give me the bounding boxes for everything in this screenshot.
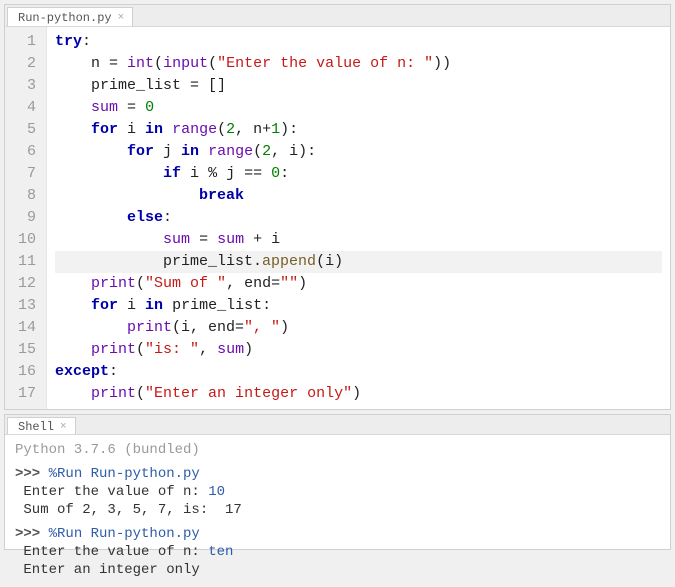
code-line[interactable]: sum = 0 bbox=[55, 97, 662, 119]
line-number: 9 bbox=[11, 207, 36, 229]
line-number: 13 bbox=[11, 295, 36, 317]
line-number: 10 bbox=[11, 229, 36, 251]
code-line[interactable]: n = int(input("Enter the value of n: ")) bbox=[55, 53, 662, 75]
code-line[interactable]: sum = sum + i bbox=[55, 229, 662, 251]
shell-line: Sum of 2, 3, 5, 7, is: 17 bbox=[15, 501, 660, 519]
editor-panel: Run-python.py × 123456789101112131415161… bbox=[4, 4, 671, 410]
code-line[interactable]: break bbox=[55, 185, 662, 207]
editor-tab[interactable]: Run-python.py × bbox=[7, 7, 133, 26]
code-line[interactable]: for i in range(2, n+1): bbox=[55, 119, 662, 141]
line-number-gutter: 1234567891011121314151617 bbox=[5, 27, 47, 409]
line-number: 5 bbox=[11, 119, 36, 141]
code-line[interactable]: for j in range(2, i): bbox=[55, 141, 662, 163]
line-number: 16 bbox=[11, 361, 36, 383]
code-line[interactable]: for i in prime_list: bbox=[55, 295, 662, 317]
line-number: 3 bbox=[11, 75, 36, 97]
shell-line: Enter an integer only bbox=[15, 561, 660, 579]
close-icon[interactable]: × bbox=[118, 13, 125, 24]
editor-tabbar: Run-python.py × bbox=[5, 5, 670, 27]
code-editor[interactable]: 1234567891011121314151617 try: n = int(i… bbox=[5, 27, 670, 409]
shell-tabbar: Shell × bbox=[5, 415, 670, 435]
line-number: 15 bbox=[11, 339, 36, 361]
code-line[interactable]: print("is: ", sum) bbox=[55, 339, 662, 361]
line-number: 14 bbox=[11, 317, 36, 339]
code-line[interactable]: print("Enter an integer only") bbox=[55, 383, 662, 405]
code-line[interactable]: print("Sum of ", end="") bbox=[55, 273, 662, 295]
code-line[interactable]: except: bbox=[55, 361, 662, 383]
code-line[interactable]: prime_list = [] bbox=[55, 75, 662, 97]
line-number: 4 bbox=[11, 97, 36, 119]
shell-line: >>> %Run Run-python.py bbox=[15, 465, 660, 483]
line-number: 12 bbox=[11, 273, 36, 295]
code-line[interactable]: try: bbox=[55, 31, 662, 53]
code-area[interactable]: try: n = int(input("Enter the value of n… bbox=[47, 27, 670, 409]
code-line[interactable]: else: bbox=[55, 207, 662, 229]
line-number: 17 bbox=[11, 383, 36, 405]
line-number: 8 bbox=[11, 185, 36, 207]
line-number: 2 bbox=[11, 53, 36, 75]
close-icon[interactable]: × bbox=[60, 422, 67, 433]
shell-line: Enter the value of n: ten bbox=[15, 543, 660, 561]
line-number: 11 bbox=[11, 251, 36, 273]
line-number: 7 bbox=[11, 163, 36, 185]
shell-panel: Shell × Python 3.7.6 (bundled) >>> %Run R… bbox=[4, 414, 671, 550]
shell-output[interactable]: Python 3.7.6 (bundled) >>> %Run Run-pytho… bbox=[5, 435, 670, 587]
code-line[interactable]: print(i, end=", ") bbox=[55, 317, 662, 339]
line-number: 6 bbox=[11, 141, 36, 163]
shell-line: Python 3.7.6 (bundled) bbox=[15, 441, 660, 459]
shell-tab[interactable]: Shell × bbox=[7, 417, 76, 434]
shell-tab-label: Shell bbox=[18, 420, 54, 434]
editor-tab-label: Run-python.py bbox=[18, 11, 112, 25]
line-number: 1 bbox=[11, 31, 36, 53]
code-line[interactable]: if i % j == 0: bbox=[55, 163, 662, 185]
shell-line: >>> %Run Run-python.py bbox=[15, 525, 660, 543]
shell-line: Enter the value of n: 10 bbox=[15, 483, 660, 501]
code-line[interactable]: prime_list.append(i) bbox=[55, 251, 662, 273]
